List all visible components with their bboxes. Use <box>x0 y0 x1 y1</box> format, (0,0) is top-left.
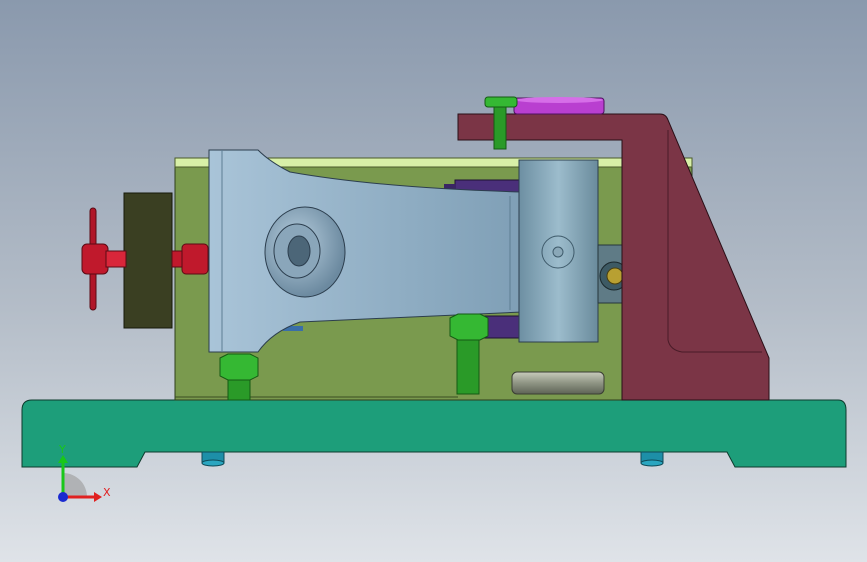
spacer-disc <box>511 371 605 395</box>
base-plate[interactable] <box>21 399 847 468</box>
cad-viewport[interactable]: Y X <box>0 0 867 562</box>
assembly-view[interactable] <box>0 0 867 562</box>
z-axis-dot <box>58 492 68 502</box>
axis-y-label: Y <box>59 443 66 456</box>
locating-pins <box>201 451 664 467</box>
top-cam <box>513 97 605 115</box>
arm-boss <box>264 206 346 298</box>
clamp-block[interactable] <box>123 192 173 329</box>
axis-x-label: X <box>103 486 111 499</box>
